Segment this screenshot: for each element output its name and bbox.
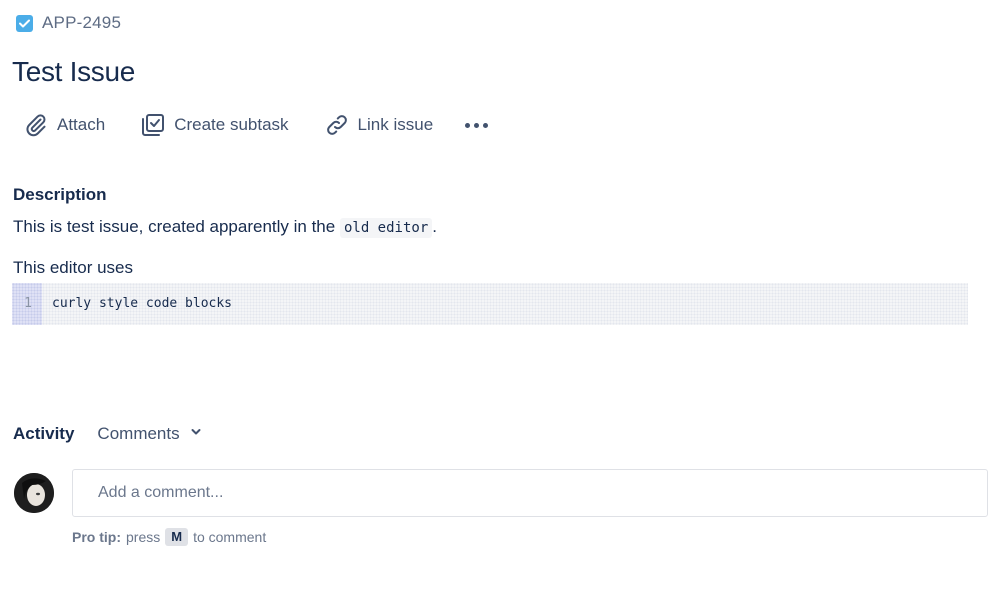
- pro-tip-label: Pro tip:: [72, 529, 121, 545]
- more-icon-dot: [465, 122, 471, 128]
- issue-key-row: APP-2495: [16, 13, 121, 33]
- paperclip-icon: [24, 113, 48, 137]
- description-heading: Description: [13, 185, 107, 204]
- issue-title[interactable]: Test Issue: [12, 56, 135, 88]
- activity-label: Activity: [13, 424, 75, 443]
- avatar[interactable]: [14, 473, 54, 513]
- code-gutter: 1: [12, 283, 42, 325]
- more-actions-button[interactable]: [461, 108, 492, 142]
- create-subtask-button[interactable]: Create subtask: [137, 108, 294, 142]
- chevron-down-icon: [190, 425, 202, 443]
- activity-header: Activity Comments: [13, 422, 202, 446]
- more-icon-dot: [474, 122, 480, 128]
- description-paragraph[interactable]: This is test issue, created apparently i…: [13, 217, 437, 238]
- issue-key-link[interactable]: APP-2495: [42, 13, 121, 33]
- description-text: This is test issue, created apparently i…: [13, 217, 336, 236]
- link-icon: [325, 113, 349, 137]
- code-line: curly style code blocks: [52, 296, 233, 311]
- create-subtask-label: Create subtask: [174, 115, 289, 134]
- inline-code: old editor: [339, 218, 433, 238]
- description-text-end: .: [432, 217, 437, 236]
- line-number: 1: [24, 296, 32, 311]
- keyboard-shortcut-key: M: [165, 528, 189, 546]
- checkbox-task-icon: [16, 14, 33, 32]
- subtask-icon: [141, 113, 165, 137]
- pro-tip-press: press: [126, 529, 161, 545]
- description-paragraph-2[interactable]: This editor uses: [13, 258, 133, 278]
- code-block[interactable]: 1 curly style code blocks: [12, 283, 968, 325]
- issue-toolbar: Attach Create subtask Link issue: [20, 108, 492, 142]
- pro-tip: Pro tip: press M to comment: [72, 528, 266, 546]
- attach-button[interactable]: Attach: [20, 108, 111, 142]
- activity-filter-label: Comments: [97, 424, 180, 443]
- link-issue-button[interactable]: Link issue: [321, 108, 440, 142]
- more-icon-dot: [483, 122, 489, 128]
- link-issue-label: Link issue: [357, 115, 434, 134]
- attach-label: Attach: [57, 115, 106, 134]
- activity-filter-dropdown[interactable]: Comments: [97, 424, 201, 444]
- pro-tip-suffix: to comment: [193, 529, 267, 545]
- comment-input[interactable]: [72, 469, 988, 517]
